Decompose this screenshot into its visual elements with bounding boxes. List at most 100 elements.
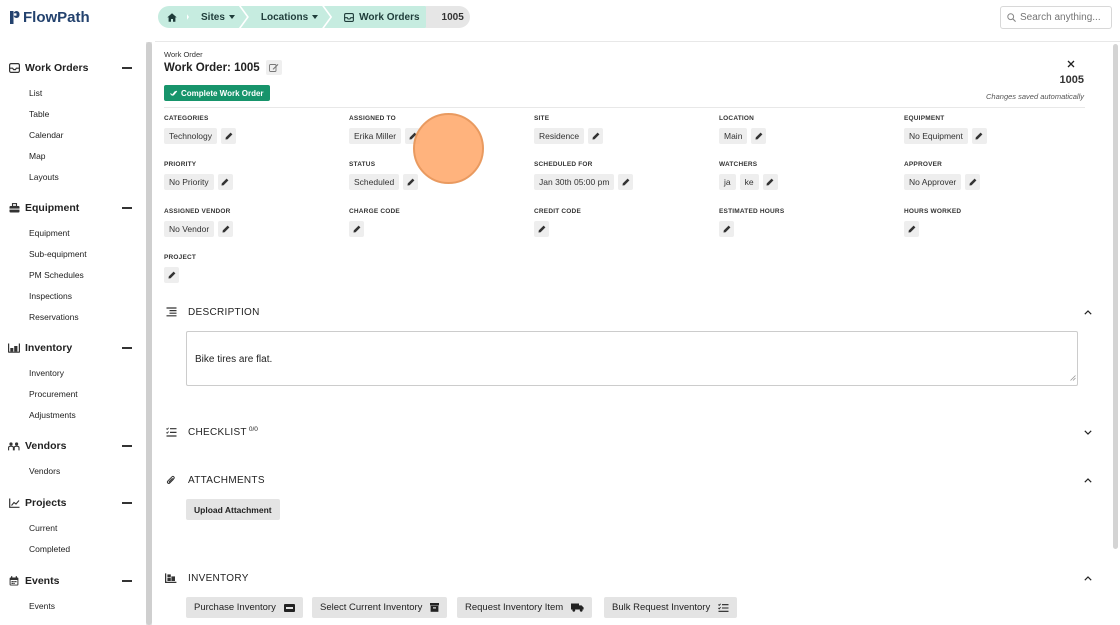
location-value: Main [719,128,748,144]
section-title: INVENTORY [188,572,249,584]
sidebar-section-label: Equipment [25,202,80,214]
sidebar-section-header[interactable]: Inventory [0,338,140,358]
sidebar-item-pm-schedules[interactable]: PM Schedules [0,265,140,286]
sidebar-item-inspections[interactable]: Inspections [0,286,140,307]
sidebar-item-reservations[interactable]: Reservations [0,307,140,328]
pencil-edit-icon[interactable] [217,174,233,190]
chevron-up-icon[interactable] [1082,474,1094,486]
collapse-minus-icon[interactable] [122,67,132,69]
pencil-edit-icon[interactable] [218,221,234,237]
collapse-minus-icon[interactable] [122,502,132,504]
sidebar-section-header[interactable]: Projects [0,493,140,513]
pencil-edit-icon[interactable] [221,128,237,144]
sidebar-item-adjustments[interactable]: Adjustments [0,405,140,426]
sidebar-item-sub-equipment[interactable]: Sub-equipment [0,244,140,265]
field-scheduled-for: SCHEDULED FOR Jan 30th 05:00 pm [534,161,704,190]
attachments-section-header[interactable]: ATTACHMENTS [164,471,1094,489]
bulk-request-inventory-button[interactable]: Bulk Request Inventory [604,597,738,618]
section-title: DESCRIPTION [188,306,260,318]
upload-attachment-button[interactable]: Upload Attachment [186,499,280,520]
sidebar-section-label: Vendors [25,440,67,452]
field-project: PROJECT [164,254,334,283]
sidebar-section-label: Projects [25,497,67,509]
collapse-minus-icon[interactable] [122,207,132,209]
sidebar-item-list[interactable]: List [0,83,140,104]
description-section-header[interactable]: DESCRIPTION [164,303,1094,321]
pencil-edit-icon[interactable] [965,174,981,190]
pencil-edit-icon[interactable] [751,128,767,144]
sidebar-item-completed[interactable]: Completed [0,539,140,560]
request-inventory-item-button[interactable]: Request Inventory Item [457,597,593,618]
status-value: Scheduled [349,174,400,190]
sidebar-scrollbar[interactable] [146,42,152,625]
sidebar-item-layouts[interactable]: Layouts [0,167,140,188]
chevron-up-icon[interactable] [1082,572,1094,584]
sidebar-item-map[interactable]: Map [0,146,140,167]
field-estimated-hours: ESTIMATED HOURS [719,208,889,237]
sidebar-item-events[interactable]: Events [0,596,140,617]
sidebar-section-header[interactable]: Equipment [0,198,140,218]
resize-handle-icon[interactable] [1070,373,1076,384]
pencil-edit-icon[interactable] [588,128,604,144]
sidebar-item-procurement[interactable]: Procurement [0,384,140,405]
search-input[interactable] [1020,12,1110,23]
field-categories: CATEGORIES Technology [164,115,334,144]
sidebar-section-inventory: Inventory Inventory Procurement Adjustme… [0,338,140,426]
chevron-down-icon[interactable] [1082,426,1094,438]
chevron-up-icon[interactable] [1082,306,1094,318]
breadcrumb-sites[interactable]: Sites [181,6,247,28]
sidebar-section-header[interactable]: Work Orders [0,58,140,78]
select-current-inventory-button[interactable]: Select Current Inventory [312,597,448,618]
sidebar: FlowPath Work Orders List Table Calendar… [0,0,155,625]
dolly-boxes-icon [164,571,178,585]
sidebar-item-vendors[interactable]: Vendors [0,461,140,482]
complete-work-order-button[interactable]: Complete Work Order [164,85,270,101]
checklist-section-header[interactable]: CHECKLIST 0/0 [164,423,1094,441]
pencil-edit-icon[interactable] [904,221,919,237]
pencil-edit-icon[interactable] [534,221,549,237]
inventory-section-header[interactable]: INVENTORY [164,569,1094,587]
sidebar-item-current[interactable]: Current [0,518,140,539]
page-subtitle: Work Order [164,50,203,59]
purchase-inventory-button[interactable]: Purchase Inventory [186,597,303,618]
sidebar-item-equipment[interactable]: Equipment [0,223,140,244]
breadcrumb-current: 1005 [425,6,470,28]
collapse-minus-icon[interactable] [122,580,132,582]
pencil-edit-icon[interactable] [164,267,179,283]
sidebar-item-calendar[interactable]: Calendar [0,125,140,146]
pencil-edit-icon[interactable] [403,174,419,190]
sidebar-section-projects: Projects Current Completed [0,493,140,560]
breadcrumb-locations[interactable]: Locations [241,6,330,28]
sidebar-section-header[interactable]: Events [0,571,140,591]
pencil-edit-icon[interactable] [719,221,734,237]
breadcrumb-work-orders[interactable]: Work Orders [324,6,433,28]
search-box[interactable] [1000,6,1112,29]
money-bill-icon [283,603,295,612]
edit-title-icon[interactable] [265,60,282,75]
checklist-count: 0/0 [248,425,258,433]
sidebar-section-header[interactable]: Vendors [0,436,140,456]
field-charge-code: CHARGE CODE [349,208,519,237]
approver-value: No Approver [904,174,962,190]
close-icon[interactable] [1067,55,1075,73]
checklist-icon [718,603,729,612]
watcher-chip: ke [739,174,759,190]
categories-value: Technology [164,128,218,144]
field-priority: PRIORITY No Priority [164,161,334,190]
pencil-edit-icon[interactable] [405,128,421,144]
paperclip-icon [164,473,178,487]
description-textarea[interactable]: Bike tires are flat. [186,331,1078,386]
check-double-icon [170,90,178,97]
pencil-edit-icon[interactable] [971,128,987,144]
app-logo[interactable]: FlowPath [10,9,90,26]
checklist-icon [164,425,178,439]
collapse-minus-icon[interactable] [122,347,132,349]
pencil-edit-icon[interactable] [762,174,778,190]
sidebar-item-inventory[interactable]: Inventory [0,363,140,384]
pencil-edit-icon[interactable] [618,174,634,190]
breadcrumb-home[interactable] [158,6,187,28]
page-scrollbar[interactable] [1112,42,1120,625]
pencil-edit-icon[interactable] [349,221,364,237]
sidebar-item-table[interactable]: Table [0,104,140,125]
collapse-minus-icon[interactable] [122,445,132,447]
